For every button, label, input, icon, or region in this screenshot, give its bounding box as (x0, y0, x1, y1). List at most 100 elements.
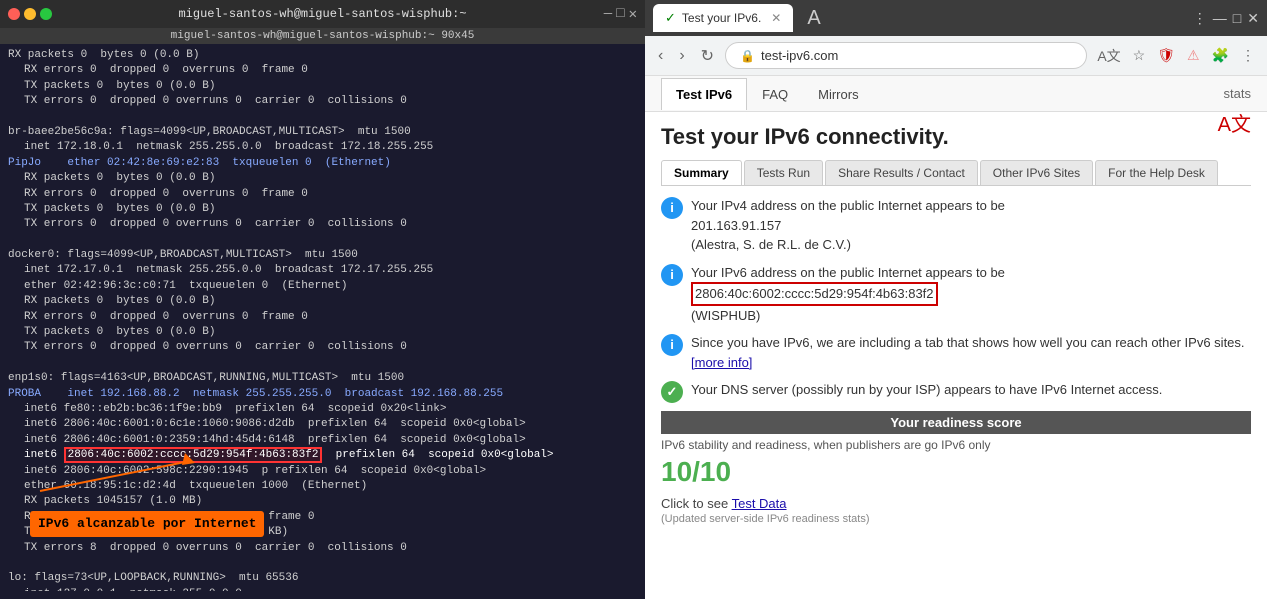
result-dns: ✓ Your DNS server (possibly run by your … (661, 380, 1251, 403)
terminal-line (8, 110, 637, 125)
terminal-line: RX packets 0 bytes 0 (0.0 B) (8, 171, 637, 186)
browser-menu-icon[interactable]: ⋮ (1193, 10, 1207, 27)
tab-favicon: ✓ (665, 10, 676, 26)
test-data-section: Click to see Test Data (661, 496, 1251, 511)
address-lock-icon: 🔒 (740, 49, 755, 63)
browser-minimize-icon[interactable]: — (1213, 10, 1227, 26)
back-button[interactable]: ‹ (653, 43, 668, 69)
dns-msg: Your DNS server (possibly run by your IS… (691, 382, 1162, 397)
terminal-line: PipJo ether 02:42:8e:69:e2:83 txqueuelen… (8, 156, 637, 171)
browser-tab-active[interactable]: ✓ Test your IPv6. ✕ (653, 4, 793, 32)
terminal-min-btn[interactable] (24, 8, 36, 20)
terminal-line: RX errors 0 dropped 0 overruns 0 frame 0 (8, 187, 637, 202)
tab-close-icon[interactable]: ✕ (771, 11, 781, 25)
terminal-line: PROBA inet 192.168.88.2 netmask 255.255.… (8, 387, 637, 402)
test-data-link[interactable]: Test Data (732, 496, 787, 511)
terminal-close-btn[interactable] (8, 8, 20, 20)
settings-icon[interactable]: ⋮ (1237, 43, 1259, 68)
terminal-title: miguel-santos-wh@miguel-santos-wisphub:~ (8, 7, 637, 21)
terminal-content: RX packets 0 bytes 0 (0.0 B) RX errors 0… (0, 44, 645, 591)
brave-icon[interactable]: ⚠ (1183, 43, 1204, 68)
terminal-minimize-icon[interactable]: — (604, 6, 612, 23)
terminal-max-btn[interactable] (40, 8, 52, 20)
readiness-details: IPv6 stability and readiness, when publi… (661, 436, 991, 490)
address-bar[interactable]: 🔒 test-ipv6.com (725, 42, 1087, 69)
address-text: test-ipv6.com (761, 48, 1072, 63)
terminal-line (8, 233, 637, 248)
ipv6-info-msg: Since you have IPv6, we are including a … (691, 335, 1245, 350)
site-stats-link[interactable]: stats (1224, 86, 1251, 101)
terminal-line: lo: flags=73<UP,LOOPBACK,RUNNING> mtu 65… (8, 571, 637, 586)
browser-navbar: ‹ › ↻ 🔒 test-ipv6.com A文 ☆ 🛡 ⚠ 🧩 ⋮ (645, 36, 1267, 76)
terminal-line: TX errors 0 dropped 0 overruns 0 carrier… (8, 217, 637, 232)
browser-maximize-icon[interactable]: □ (1233, 10, 1241, 26)
nav-icons: A文 ☆ 🛡 ⚠ 🧩 ⋮ (1093, 42, 1259, 70)
updated-text: (Updated server-side IPv6 readiness stat… (661, 513, 1251, 525)
site-tab-faq[interactable]: FAQ (747, 78, 803, 110)
ipv4-isp: (Alestra, S. de R.L. de C.V.) (691, 237, 851, 252)
sub-tab-tests-run[interactable]: Tests Run (744, 160, 823, 185)
ipv4-label: Your IPv4 address on the public Internet… (691, 198, 1005, 213)
more-info-link[interactable]: [more info] (691, 355, 752, 370)
info-icon-3: i (661, 334, 683, 356)
page-main: Test your IPv6 connectivity. Summary Tes… (645, 112, 1267, 599)
browser-close-icon[interactable]: ✕ (1247, 10, 1259, 27)
forward-button[interactable]: › (674, 43, 689, 69)
sub-tabs: Summary Tests Run Share Results / Contac… (661, 160, 1251, 186)
result-ipv6-text: Your IPv6 address on the public Internet… (691, 263, 1251, 326)
terminal-maximize-icon[interactable]: □ (616, 6, 624, 23)
new-tab-button[interactable]: A (799, 7, 828, 30)
terminal-highlighted-line: inet6 2806:40c:6002:cccc:5d29:954f:4b63:… (8, 448, 637, 463)
terminal-titlebar: miguel-santos-wh@miguel-santos-wisphub:~… (0, 0, 645, 28)
terminal-line: inet6 2806:40c:6002:598c:2290:1945 p ref… (8, 464, 637, 479)
translate-overlay-icon[interactable]: A文 (1218, 108, 1251, 137)
terminal-line: TX errors 8 dropped 0 overruns 0 carrier… (8, 541, 637, 556)
terminal-line: RX packets 0 bytes 0 (0.0 B) (8, 294, 637, 309)
site-tab-mirrors[interactable]: Mirrors (803, 78, 873, 110)
translate-icon[interactable]: A文 (1093, 42, 1124, 70)
browser-chrome-area: ✓ Test your IPv6. ✕ A ⋮ — □ ✕ ‹ › ↻ 🔒 te… (645, 0, 1267, 599)
terminal-close-icon[interactable]: ✕ (629, 6, 637, 23)
terminal-line: TX packets 0 bytes 0 (0.0 B) (8, 325, 637, 340)
reload-button[interactable]: ↻ (696, 42, 719, 70)
terminal-window: miguel-santos-wh@miguel-santos-wisphub:~… (0, 0, 645, 599)
terminal-line: inet6 2806:40c:6001:0:2359:14hd:45d4:614… (8, 433, 637, 448)
terminal-line: RX errors 0 dropped 0 overruns 0 frame 0 (8, 310, 637, 325)
sub-tab-other-ipv6[interactable]: Other IPv6 Sites (980, 160, 1093, 185)
extensions-icon[interactable]: 🧩 (1208, 43, 1233, 68)
terminal-line: docker0: flags=4099<UP,BROADCAST,MULTICA… (8, 248, 637, 263)
terminal-line: inet6 2806:40c:6001:0:6c1e:1060:9086:d2d… (8, 417, 637, 432)
terminal-line: ether 02:42:96:3c:c0:71 txqueuelen 0 (Et… (8, 279, 637, 294)
ipv6-address: 2806:40c:6002:cccc:5d29:954f:4b63:83f2 (691, 282, 938, 306)
terminal-line: inet 172.18.0.1 netmask 255.255.0.0 broa… (8, 140, 637, 155)
ipv6-annotation: IPv6 alcanzable por Internet (30, 491, 264, 537)
page-title: Test your IPv6 connectivity. (661, 124, 1251, 150)
terminal-line: TX errors 0 dropped 0 overruns 0 carrier… (8, 94, 637, 109)
sub-tab-share-results[interactable]: Share Results / Contact (825, 160, 978, 185)
terminal-line: TX packets 0 bytes 0 (0.0 B) (8, 79, 637, 94)
ipv6-hostname: (WISPHUB) (691, 308, 760, 323)
shield-icon[interactable]: 🛡 (1153, 43, 1179, 68)
readiness-content: IPv6 stability and readiness, when publi… (661, 436, 1251, 490)
terminal-line (8, 556, 637, 571)
info-icon-1: i (661, 197, 683, 219)
readiness-section: Your readiness score IPv6 stability and … (661, 411, 1251, 490)
result-dns-text: Your DNS server (possibly run by your IS… (691, 380, 1251, 400)
results-list: i Your IPv4 address on the public Intern… (661, 196, 1251, 403)
ipv6-intro-text: Your IPv6 address on the public Internet… (691, 265, 1005, 280)
terminal-line: RX errors 0 dropped 0 overruns 0 frame 0 (8, 63, 637, 78)
result-ipv6: i Your IPv6 address on the public Intern… (661, 263, 1251, 326)
terminal-line: inet 172.17.0.1 netmask 255.255.0.0 broa… (8, 263, 637, 278)
terminal-line: enp1s0: flags=4163<UP,BROADCAST,RUNNING,… (8, 371, 637, 386)
check-icon-1: ✓ (661, 381, 683, 403)
readiness-score: 10/10 (661, 454, 991, 490)
terminal-line: TX errors 0 dropped 0 overruns 0 carrier… (8, 340, 637, 355)
terminal-subtitle: miguel-santos-wh@miguel-santos-wisphub:~… (0, 28, 645, 44)
terminal-line: TX packets 0 bytes 0 (0.0 B) (8, 202, 637, 217)
ipv6-label: IPv6 alcanzable por Internet (30, 511, 264, 537)
site-tab-test-ipv6[interactable]: Test IPv6 (661, 78, 747, 110)
sub-tab-summary[interactable]: Summary (661, 160, 742, 185)
bookmark-icon[interactable]: ☆ (1129, 43, 1150, 68)
readiness-header: Your readiness score (661, 411, 1251, 434)
sub-tab-help-desk[interactable]: For the Help Desk (1095, 160, 1218, 185)
